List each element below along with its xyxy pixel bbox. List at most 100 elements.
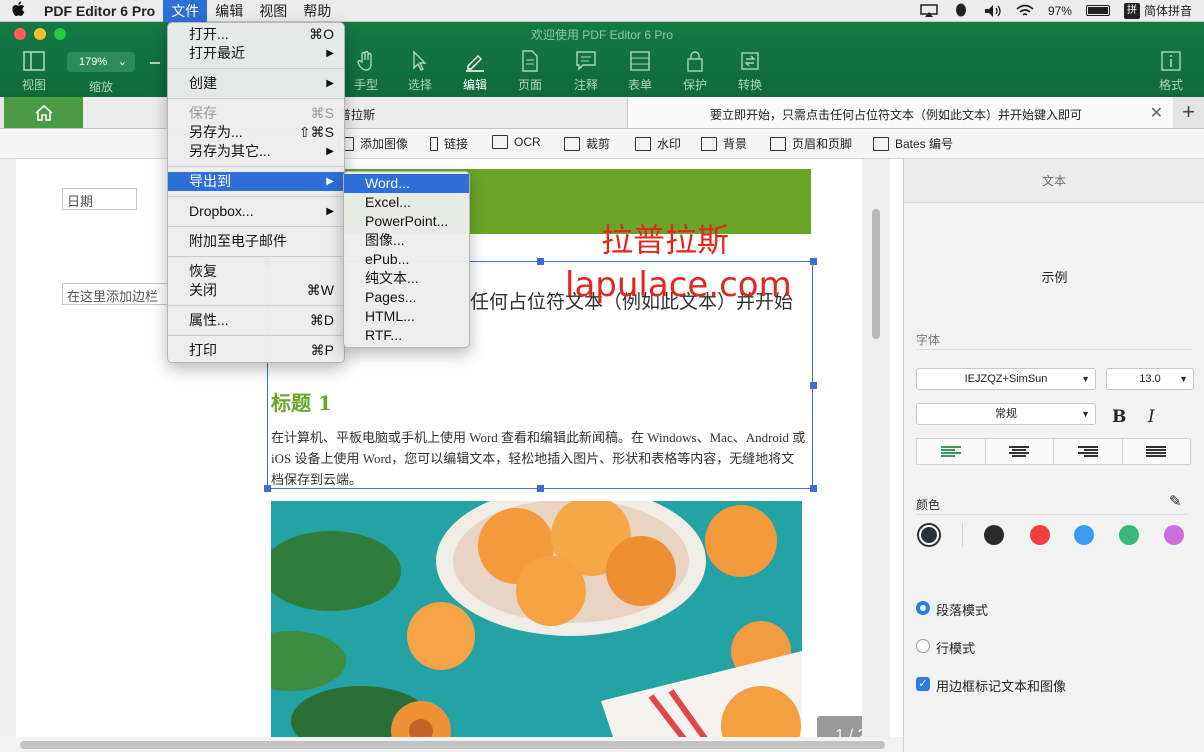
menu-view[interactable]: 视图 [251,0,295,22]
heading-1[interactable]: 标题 1 [271,387,332,416]
export-epub[interactable]: ePub... [344,250,469,269]
export-excel[interactable]: Excel... [344,193,469,212]
watermark-button[interactable]: 水印 [635,135,681,152]
export-image[interactable]: 图像... [344,231,469,250]
mark-boxes-checkbox[interactable]: ✓ [916,677,930,691]
current-color-swatch[interactable] [919,525,939,545]
bates-button[interactable]: Bates 编号 [873,135,953,152]
menu-export[interactable]: 导出到 ▶ [168,172,344,191]
link-button[interactable]: 链接 [430,135,468,152]
resize-handle[interactable] [537,258,544,265]
line-mode-radio[interactable] [916,639,930,653]
menu-attach-email[interactable]: 附加至电子邮件 [168,232,344,251]
horizontal-scroll-thumb[interactable] [20,741,885,749]
menu-edit[interactable]: 编辑 [207,0,251,22]
menu-print[interactable]: 打印 ⌘P [168,341,344,360]
header-footer-button[interactable]: 页眉和页脚 [770,135,852,152]
toolbar-format-button[interactable]: 格式 [1143,50,1199,93]
align-left-button[interactable] [917,439,986,464]
align-center-button[interactable] [986,439,1054,464]
toolbar-protect-button[interactable]: 保护 [667,50,723,93]
menu-save-as-other[interactable]: 另存为其它... ▶ [168,142,344,161]
menu-revert-label: 恢复 [189,263,217,279]
align-justify-button[interactable] [1123,439,1191,464]
toolbar-page-button[interactable]: 页面 [502,50,558,93]
italic-button[interactable]: I [1148,407,1155,427]
battery-icon[interactable] [1085,5,1110,16]
body-paragraph[interactable]: 在计算机、平板电脑或手机上使用 Word 查看和编辑此新闻稿。在 Windows… [271,427,806,490]
resize-handle[interactable] [810,485,817,492]
apple-icon[interactable] [0,0,36,21]
menu-create[interactable]: 创建 ▶ [168,74,344,93]
resize-handle[interactable] [810,258,817,265]
color-swatch-green[interactable] [1119,525,1139,545]
background-button[interactable]: 背景 [701,135,747,152]
menu-separator [168,256,344,257]
font-style-select[interactable]: 常规 ▼ [916,403,1096,425]
close-tab-icon[interactable]: ✕ [1150,103,1163,123]
menu-open-recent[interactable]: 打开最近 ▶ [168,44,344,63]
toolbar-hand-button[interactable]: 手型 [338,50,394,93]
sidebar-field[interactable]: 在这里添加边栏 [62,283,172,305]
color-swatch-blue[interactable] [1074,525,1094,545]
volume-icon[interactable] [984,4,1002,18]
toolbar-annotate-label: 注释 [573,78,598,92]
submenu-arrow-icon: ▶ [326,48,334,59]
menu-revert[interactable]: 恢复 [168,262,344,281]
menu-close[interactable]: 关闭 ⌘W [168,281,344,300]
font-size-select[interactable]: 13.0 ▼ [1106,368,1194,390]
add-tab-button[interactable]: + [1173,97,1204,128]
toolbar-select-button[interactable]: 选择 [392,50,448,93]
menu-open[interactable]: 打开... ⌘O [168,25,344,44]
export-pages[interactable]: Pages... [344,288,469,307]
export-html[interactable]: HTML... [344,307,469,326]
text-tab[interactable]: 文本 [904,159,1204,203]
color-swatch-purple[interactable] [1164,525,1184,545]
bold-button[interactable]: B [1112,407,1126,427]
zoom-select[interactable]: 179% ⌄ [67,52,135,72]
export-rtf[interactable]: RTF... [344,326,469,345]
home-tab[interactable] [4,97,83,128]
wifi-icon[interactable] [1016,4,1034,18]
menu-help[interactable]: 帮助 [295,0,339,22]
toolbar-edit-button[interactable]: 编辑 [447,50,503,93]
horizontal-scrollbar[interactable] [0,737,903,752]
toolbar-view-button[interactable]: 视图 [6,50,62,93]
menu-properties[interactable]: 属性... ⌘D [168,311,344,330]
crop-icon [564,136,580,151]
align-right-button[interactable] [1054,439,1123,464]
app-name[interactable]: PDF Editor 6 Pro [36,3,163,19]
export-word[interactable]: Word... [344,174,469,193]
color-swatch-red[interactable] [1030,525,1050,545]
eyedropper-icon[interactable]: ✎ [1169,492,1182,510]
menu-export-label: 导出到 [189,173,231,189]
menu-dropbox[interactable]: Dropbox... ▶ [168,202,344,221]
document-tab-1[interactable]: 普拉斯 [83,97,628,128]
resize-handle[interactable] [264,485,271,492]
crop-button[interactable]: 裁剪 [564,135,610,152]
menu-save-as[interactable]: 另存为... ⇧⌘S [168,123,344,142]
vertical-scrollbar[interactable] [862,159,890,737]
ime-label[interactable]: 简体拼音 [1144,2,1192,19]
ocr-button[interactable]: OCR [492,135,541,149]
font-family-select[interactable]: IEJZQZ+SimSun ▼ [916,368,1096,390]
sidebar-icon [23,51,45,71]
toolbar-annotate-button[interactable]: 注释 [558,50,614,93]
qq-icon[interactable] [952,3,970,18]
resize-handle[interactable] [810,382,817,389]
date-field[interactable]: 日期 [62,188,137,210]
toolbar-form-button[interactable]: 表单 [612,50,668,93]
color-swatch-black[interactable] [984,525,1004,545]
vertical-scroll-thumb[interactable] [872,209,880,339]
add-image-button[interactable]: 添加图像 [338,135,408,152]
toolbar-convert-button[interactable]: 转换 [722,50,778,93]
export-powerpoint[interactable]: PowerPoint... [344,212,469,231]
apricot-photo[interactable] [271,501,802,737]
paragraph-mode-radio[interactable] [916,601,930,615]
zoom-out-icon[interactable] [150,62,160,64]
export-plain-text[interactable]: 纯文本... [344,269,469,288]
airplay-icon[interactable] [920,3,938,18]
document-gutter [0,159,16,737]
menu-file[interactable]: 文件 [163,0,208,22]
document-tab-2[interactable]: 要立即开始，只需点击任何占位符文本（例如此文本）并开始键入即可 ✕ [628,97,1173,128]
